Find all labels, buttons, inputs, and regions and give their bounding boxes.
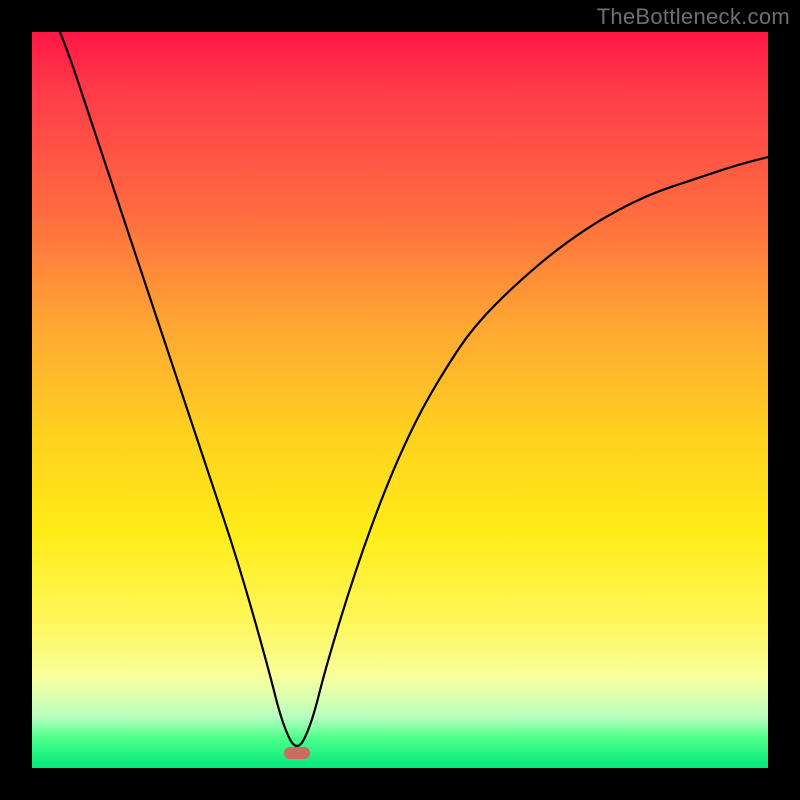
chart-frame: TheBottleneck.com <box>0 0 800 800</box>
bottleneck-curve <box>32 32 768 768</box>
plot-area <box>32 32 768 768</box>
minimum-marker <box>284 747 310 759</box>
watermark-text: TheBottleneck.com <box>597 4 790 30</box>
